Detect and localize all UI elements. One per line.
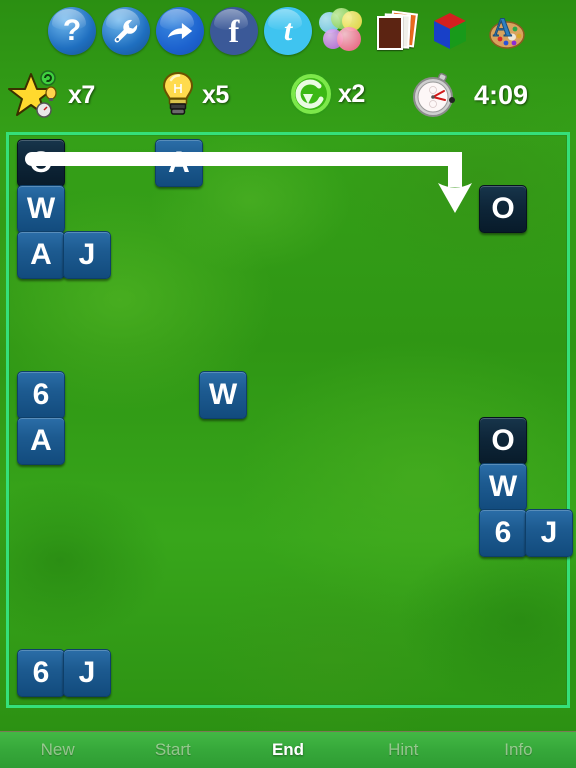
palette-glyph: A bbox=[489, 13, 525, 49]
board-tile[interactable]: W bbox=[17, 185, 65, 233]
settings-button[interactable] bbox=[101, 6, 151, 56]
share-arrow-icon bbox=[156, 7, 204, 55]
board-tile[interactable]: O bbox=[17, 139, 65, 187]
svg-text:A: A bbox=[493, 13, 512, 42]
hint-counter[interactable]: x5 bbox=[158, 70, 229, 120]
stopwatch-icon bbox=[410, 70, 462, 120]
balloons-icon bbox=[318, 7, 366, 55]
theme-button[interactable]: A bbox=[479, 6, 529, 56]
tile-letter: 6 bbox=[32, 656, 50, 689]
undo-counter[interactable]: x2 bbox=[288, 71, 365, 117]
status-bar: x7 x5 x2 4:09 bbox=[0, 62, 576, 128]
nav-new[interactable]: New bbox=[0, 740, 115, 760]
tile-letter: 6 bbox=[494, 516, 512, 549]
share-button[interactable] bbox=[155, 6, 205, 56]
tile-letter: J bbox=[78, 238, 96, 271]
undo-icon bbox=[288, 71, 334, 117]
star-icon bbox=[8, 70, 64, 120]
timer-display: 4:09 bbox=[410, 70, 528, 120]
tile-letter: A bbox=[30, 238, 52, 271]
facebook-icon: f bbox=[210, 7, 258, 55]
board-tile[interactable]: A bbox=[17, 231, 65, 279]
facebook-glyph: f bbox=[228, 13, 240, 49]
star-count-value: x7 bbox=[68, 80, 95, 109]
twitter-icon: t bbox=[264, 7, 312, 55]
board-tile[interactable]: J bbox=[525, 509, 573, 557]
board-tile[interactable]: A bbox=[17, 417, 65, 465]
tile-letter: W bbox=[26, 192, 56, 225]
tile-letter: 6 bbox=[32, 378, 50, 411]
tile-letter: O bbox=[29, 146, 53, 179]
nav-info[interactable]: Info bbox=[461, 740, 576, 760]
share-arrow-glyph bbox=[167, 23, 193, 39]
tile-letter: O bbox=[491, 424, 515, 457]
lightbulb-icon bbox=[158, 70, 198, 120]
nav-hint[interactable]: Hint bbox=[346, 740, 461, 760]
tile-letter: W bbox=[488, 470, 518, 503]
twitter-glyph: t bbox=[283, 14, 293, 47]
cards-button[interactable] bbox=[371, 6, 421, 56]
board-tile[interactable]: O bbox=[479, 417, 527, 465]
game-screen: ? f t A x7 x5 x2 4:09 O A O W A J 6 W A … bbox=[0, 0, 576, 768]
game-board[interactable]: OAOWAJ6WAOW6J6J bbox=[6, 132, 573, 708]
tile-letter: W bbox=[208, 378, 238, 411]
bottom-nav: New Start End Hint Info bbox=[0, 731, 576, 768]
board-tile[interactable]: W bbox=[479, 463, 527, 511]
timer-value: 4:09 bbox=[474, 79, 529, 110]
cube-glyph bbox=[434, 13, 466, 49]
wrench-icon bbox=[102, 7, 150, 55]
board-tile[interactable]: J bbox=[63, 231, 111, 279]
board-tile[interactable]: O bbox=[479, 185, 527, 233]
palette-icon: A bbox=[481, 10, 527, 52]
tile-letter: J bbox=[540, 516, 558, 549]
board-tile[interactable]: J bbox=[63, 649, 111, 697]
board-tile[interactable]: 6 bbox=[17, 649, 65, 697]
hint-count-value: x5 bbox=[202, 80, 229, 109]
balloons-button[interactable] bbox=[317, 6, 367, 56]
help-glyph: ? bbox=[62, 14, 82, 47]
board-tile[interactable]: A bbox=[155, 139, 203, 187]
help-button[interactable]: ? bbox=[47, 6, 97, 56]
top-toolbar: ? f t A bbox=[0, 0, 576, 62]
tile-letter: A bbox=[30, 424, 52, 457]
undo-count-value: x2 bbox=[338, 79, 365, 108]
nav-end[interactable]: End bbox=[230, 740, 345, 760]
cube-button[interactable] bbox=[425, 6, 475, 56]
star-counter[interactable]: x7 bbox=[8, 70, 95, 120]
tile-letter: A bbox=[168, 146, 190, 179]
card-stack-icon bbox=[374, 8, 418, 54]
tile-letter: O bbox=[491, 192, 515, 225]
wrench-glyph bbox=[114, 19, 138, 43]
board-tile[interactable]: W bbox=[199, 371, 247, 419]
facebook-button[interactable]: f bbox=[209, 6, 259, 56]
tile-letter: J bbox=[78, 656, 96, 689]
twitter-button[interactable]: t bbox=[263, 6, 313, 56]
board-tile[interactable]: 6 bbox=[479, 509, 527, 557]
question-mark-icon: ? bbox=[48, 7, 96, 55]
nav-start[interactable]: Start bbox=[115, 740, 230, 760]
cube-icon bbox=[428, 9, 472, 53]
board-tile[interactable]: 6 bbox=[17, 371, 65, 419]
